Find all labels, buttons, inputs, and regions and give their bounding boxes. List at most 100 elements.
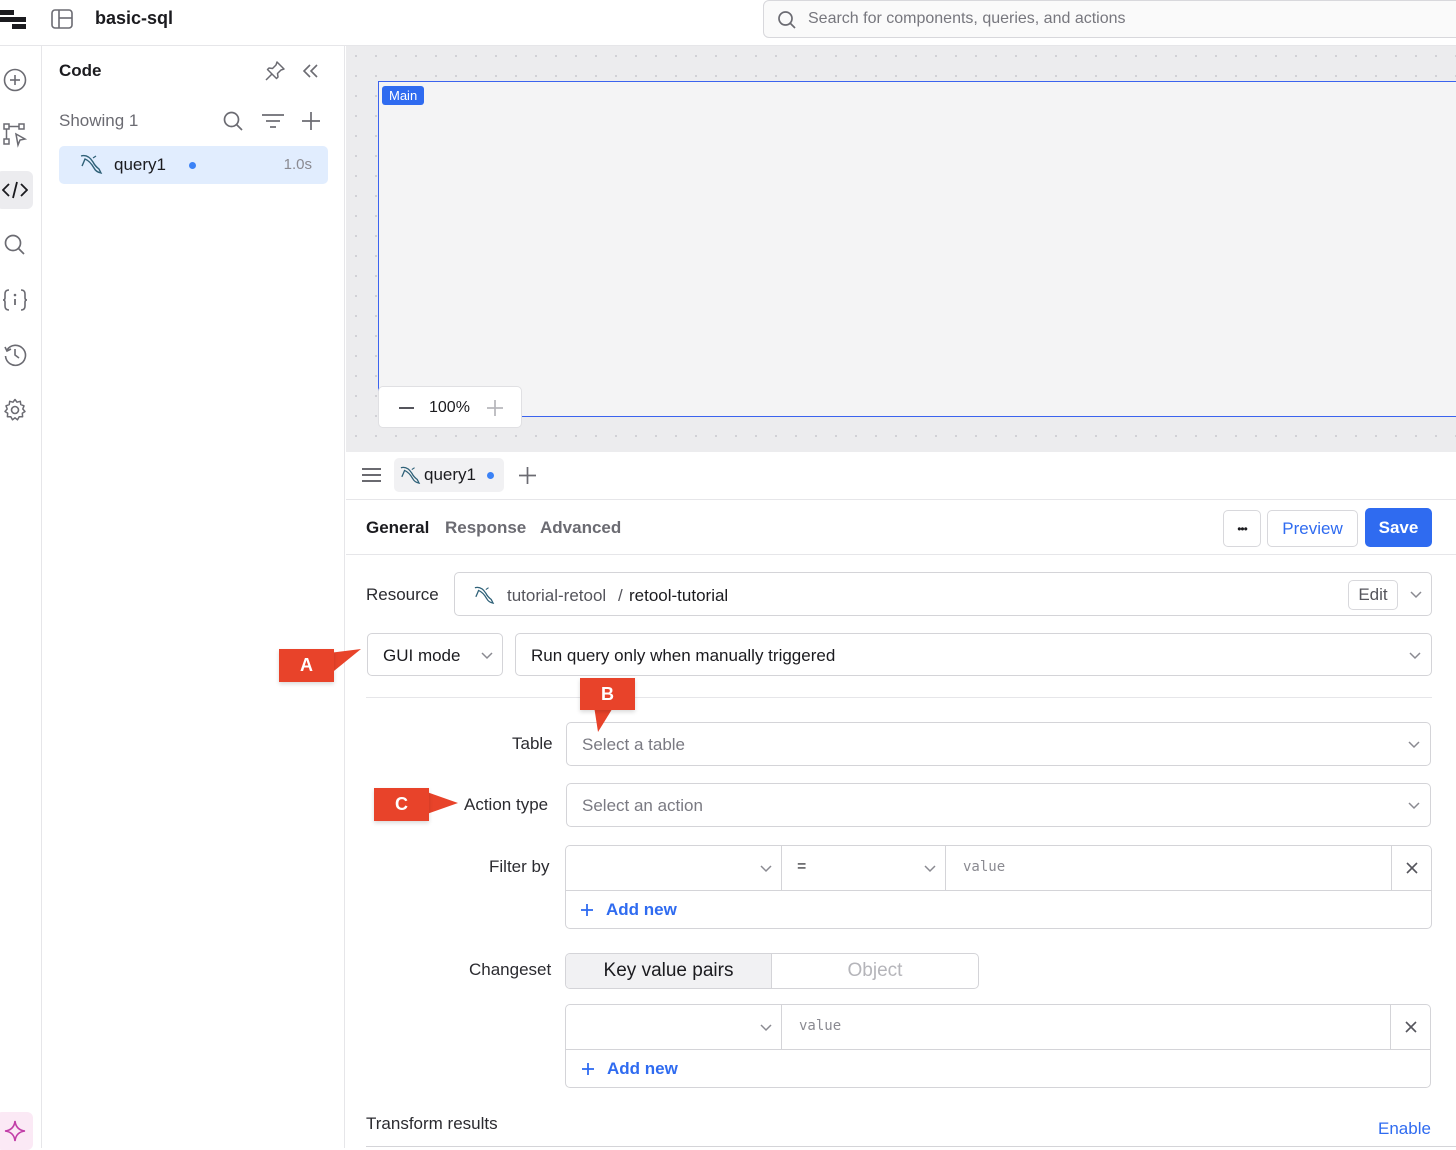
more-icon: •••	[1237, 521, 1248, 536]
filter-value-input[interactable]: value	[946, 846, 1392, 891]
enable-transform-link[interactable]: Enable	[1378, 1119, 1431, 1139]
tab-general[interactable]: General	[366, 518, 429, 538]
pin-icon[interactable]	[264, 60, 286, 82]
code-panel: Code Showing 1 query1 1.0s	[43, 46, 345, 1148]
transform-results-label: Transform results	[366, 1114, 498, 1133]
preview-button[interactable]: Preview	[1267, 510, 1358, 547]
resource-separator: /	[618, 586, 623, 605]
query-list-item[interactable]: query1 1.0s	[59, 146, 328, 184]
filter-by-label: Filter by	[489, 857, 550, 876]
mode-select[interactable]: GUI mode	[367, 633, 503, 676]
add-query-icon[interactable]	[301, 111, 321, 131]
add-filter-button[interactable]: Add new	[580, 900, 677, 920]
changeset-value-input[interactable]: value	[782, 1005, 1391, 1050]
filter-by-group: = value Add new	[565, 845, 1432, 929]
icon-rail	[0, 46, 42, 1150]
unsaved-dot-icon	[189, 162, 196, 169]
table-label: Table	[512, 734, 553, 753]
changeset-value-placeholder: value	[799, 1018, 842, 1034]
retool-logo-icon[interactable]	[0, 8, 30, 32]
app-canvas: Main 100%	[346, 46, 1456, 452]
callout-c-badge: C	[374, 788, 429, 821]
settings-icon[interactable]	[0, 391, 33, 429]
search-icon[interactable]	[0, 226, 33, 264]
action-type-label: Action type	[464, 795, 549, 814]
callout-a-badge: A	[279, 649, 334, 682]
plus-icon	[582, 1063, 594, 1075]
search-icon	[777, 10, 797, 30]
save-button[interactable]: Save	[1365, 508, 1432, 547]
code-icon[interactable]	[0, 171, 33, 209]
chevron-down-icon[interactable]	[1410, 591, 1422, 599]
trigger-select[interactable]: Run query only when manually triggered	[515, 633, 1432, 676]
panel-title: Code	[59, 61, 102, 80]
mysql-icon	[473, 585, 495, 605]
edit-resource-button[interactable]: Edit	[1348, 580, 1398, 610]
remove-filter-icon[interactable]	[1392, 846, 1432, 891]
variables-icon[interactable]	[0, 281, 33, 319]
tab-response[interactable]: Response	[445, 518, 526, 538]
filter-value-placeholder: value	[963, 859, 1006, 875]
query-name: query1	[114, 155, 166, 174]
changeset-group: value Add new	[565, 1004, 1431, 1088]
filter-operator-select[interactable]: =	[782, 846, 946, 891]
frame-label[interactable]: Main	[382, 86, 425, 105]
workflow-icon[interactable]	[0, 116, 33, 154]
table-placeholder: Select a table	[582, 735, 686, 754]
resource-database: retool-tutorial	[629, 586, 729, 605]
mysql-icon	[399, 465, 421, 485]
add-filter-label: Add new	[606, 900, 677, 919]
history-icon[interactable]	[0, 336, 33, 374]
mysql-icon	[79, 153, 103, 175]
chevron-down-icon	[760, 1024, 772, 1032]
panel-toggle-icon[interactable]	[51, 9, 73, 29]
chevron-down-icon	[924, 865, 936, 873]
action-type-placeholder: Select an action	[582, 796, 703, 815]
segment-object[interactable]: Object	[772, 954, 978, 988]
segment-key-value-pairs[interactable]: Key value pairs	[566, 954, 772, 988]
table-select[interactable]: Select a table	[566, 722, 1431, 766]
chevron-down-icon	[1408, 741, 1420, 749]
global-search-input[interactable]: Search for components, queries, and acti…	[763, 0, 1456, 38]
menu-icon[interactable]	[362, 467, 381, 483]
zoom-out-icon[interactable]	[399, 407, 414, 409]
tab-advanced[interactable]: Advanced	[540, 518, 621, 538]
plus-icon	[581, 904, 593, 916]
query-run-time: 1.0s	[283, 156, 312, 173]
search-icon[interactable]	[222, 110, 244, 132]
remove-changeset-icon[interactable]	[1391, 1005, 1431, 1050]
add-changeset-button[interactable]: Add new	[581, 1059, 678, 1079]
unsaved-dot-icon	[487, 472, 494, 479]
trigger-value: Run query only when manually triggered	[531, 646, 836, 665]
filter-icon[interactable]	[261, 113, 285, 129]
changeset-label: Changeset	[469, 960, 552, 979]
search-placeholder: Search for components, queries, and acti…	[808, 10, 1126, 27]
app-title[interactable]: basic-sql	[95, 8, 173, 29]
query-tab-bar: query1	[346, 452, 1456, 500]
ai-sparkle-icon[interactable]	[0, 1112, 33, 1150]
add-icon[interactable]	[0, 61, 33, 99]
zoom-in-icon[interactable]	[486, 399, 504, 417]
query-tab-label: query1	[424, 465, 476, 484]
query-editor: query1 General Response Advanced ••• Pre…	[346, 452, 1456, 1148]
top-bar: basic-sql Search for components, queries…	[0, 0, 1456, 46]
zoom-control: 100%	[378, 386, 522, 428]
add-changeset-label: Add new	[607, 1059, 678, 1078]
filter-operator-value: =	[797, 858, 807, 875]
collapse-panel-icon[interactable]	[302, 62, 320, 80]
query-tab[interactable]: query1	[394, 458, 504, 492]
changeset-key-select[interactable]	[566, 1005, 782, 1050]
showing-count: Showing 1	[59, 111, 139, 130]
chevron-down-icon	[481, 652, 493, 660]
resource-label: Resource	[366, 585, 439, 604]
filter-column-select[interactable]	[566, 846, 782, 891]
action-type-select[interactable]: Select an action	[566, 783, 1431, 827]
chevron-down-icon	[1408, 802, 1420, 810]
main-frame[interactable]: Main	[378, 81, 1456, 417]
mode-value: GUI mode	[383, 646, 461, 665]
more-options-button[interactable]: •••	[1223, 510, 1261, 547]
zoom-level: 100%	[429, 399, 470, 416]
resource-select[interactable]: tutorial-retool / retool-tutorial Edit	[454, 572, 1432, 616]
editor-subtabs: General Response Advanced ••• Preview Sa…	[346, 500, 1456, 555]
new-tab-icon[interactable]	[518, 466, 537, 485]
